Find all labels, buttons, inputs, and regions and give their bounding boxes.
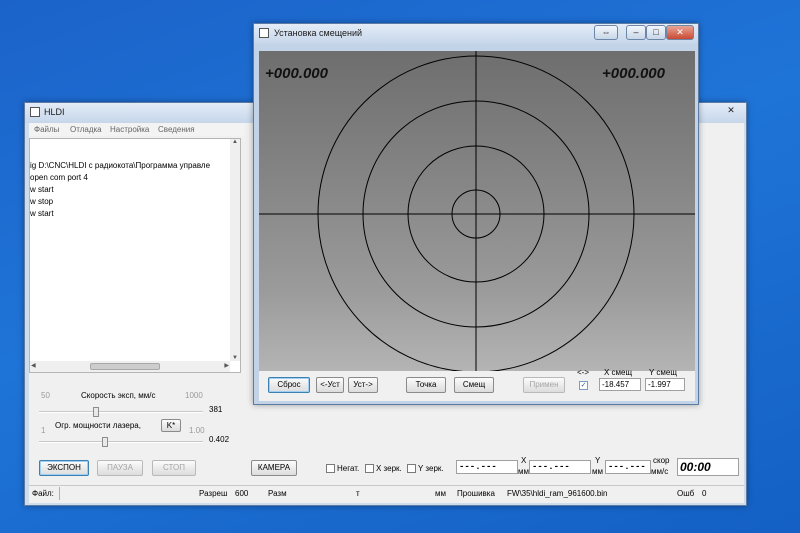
minimize-icon[interactable]: – [626, 25, 646, 40]
menu-info[interactable]: Сведения [158, 125, 195, 134]
power-slider-track [39, 441, 203, 443]
offset-window: Установка смещений ⇔ – □ ✕ +000.000 +000… [253, 23, 699, 405]
window-icon [259, 28, 269, 38]
maximize-icon[interactable]: □ [646, 25, 666, 40]
expose-button[interactable]: ЭКСПОН [39, 460, 89, 476]
timer-display: 00:00 [677, 458, 739, 476]
main-window-title: HLDI [44, 107, 65, 117]
status-separator [59, 487, 60, 500]
menu-bar: Файлы Отладка Настройка Сведения [29, 123, 244, 136]
status-size-label: Разм [268, 489, 287, 498]
camera-view[interactable]: +000.000 +000.000 [259, 51, 695, 371]
close-icon[interactable]: ✕ [666, 25, 694, 40]
log-line: w start [30, 209, 54, 218]
status-file-label: Файл: [32, 489, 54, 498]
power-slider[interactable] [39, 437, 203, 447]
negative-label: Негат. [337, 464, 360, 473]
k-button[interactable]: K* [161, 419, 181, 432]
scroll-up-icon[interactable]: ▲ [232, 139, 238, 145]
offset-titlebar[interactable]: Установка смещений ⇔ – □ ✕ [254, 24, 698, 44]
pause-button[interactable]: ПАУЗА [97, 460, 143, 476]
status-size-unit: мм [435, 489, 446, 498]
power-slider-thumb[interactable] [102, 437, 109, 447]
menu-debug[interactable]: Отладка [70, 125, 102, 134]
swap-checkbox[interactable]: ✓ [579, 381, 588, 390]
speed-readout-field: ---.--- [605, 460, 651, 474]
scroll-left-icon[interactable]: ◀ [31, 362, 36, 369]
log-line: open com port 4 [30, 173, 88, 182]
status-err-value: 0 [702, 489, 707, 498]
power-min: 1 [41, 426, 46, 435]
scrollbar-thumb[interactable] [90, 363, 160, 370]
close-icon[interactable]: ✕ [720, 104, 742, 119]
set-right-button[interactable]: Уст-> [348, 377, 378, 393]
y-offset-label: Y смещ [649, 368, 677, 377]
x-mirror-label: X зерк. [376, 464, 402, 473]
x-offset-label: X смещ [604, 368, 633, 377]
speed-min: 50 [41, 391, 50, 400]
shift-button[interactable]: Смещ [454, 377, 494, 393]
y-mirror-label: Y зерк. [418, 464, 444, 473]
offset-window-title: Установка смещений [274, 28, 363, 38]
swap-icon[interactable]: ⇔ [594, 25, 618, 40]
y-coord-field: ---.--- [529, 460, 591, 474]
app-icon [30, 107, 40, 117]
set-left-button[interactable]: <-Уст [316, 377, 344, 393]
power-label: Огр. мощности лазера, [55, 421, 141, 430]
apply-button[interactable]: Примен [523, 377, 565, 393]
y-mirror-checkbox[interactable] [407, 464, 416, 473]
status-res-value: 600 [235, 489, 249, 498]
y-coord-label: Y [595, 456, 601, 465]
power-max: 1.00 [189, 426, 205, 435]
offset-readout-right: +000.000 [602, 65, 665, 82]
x-coord-label: X [521, 456, 527, 465]
speed-label: Скорость эксп, мм/с [81, 391, 156, 400]
x-offset-field[interactable]: -18.457 [599, 378, 641, 391]
log-line: w start [30, 185, 54, 194]
scroll-right-icon[interactable]: ▶ [224, 362, 229, 369]
swap-label: <-> [577, 368, 590, 377]
speed-readout-unit: мм/с [651, 467, 669, 476]
status-fw-value: FW\35\hldi_ram_961600.bin [507, 489, 608, 498]
status-err-label: Ошб [677, 489, 695, 498]
y-coord-unit: мм [592, 467, 603, 476]
negative-checkbox[interactable] [326, 464, 335, 473]
speed-max: 1000 [185, 391, 203, 400]
speed-slider[interactable] [39, 407, 203, 417]
y-offset-field[interactable]: -1.997 [645, 378, 685, 391]
status-res-label: Разреш [199, 489, 228, 498]
scroll-down-icon[interactable]: ▼ [232, 355, 238, 361]
speed-value: 381 [209, 405, 223, 414]
log-line: w stop [30, 197, 54, 206]
speed-slider-thumb[interactable] [92, 407, 99, 417]
menu-files[interactable]: Файлы [34, 125, 59, 134]
log-vscrollbar[interactable]: ▲ ▼ [230, 139, 240, 361]
log-hscrollbar[interactable]: ◀ ▶ [30, 361, 230, 372]
status-bar: Файл: Разреш 600 Разм т мм Прошивка FW\3… [29, 485, 744, 501]
power-value: 0.402 [209, 435, 230, 444]
log-line: ig D:\CNC\HLDI с радиокота\Программа упр… [30, 161, 211, 170]
speed-readout-label: скор [653, 456, 670, 465]
menu-settings[interactable]: Настройка [110, 125, 149, 134]
camera-button[interactable]: КАМЕРА [251, 460, 297, 476]
speed-slider-track [39, 411, 203, 413]
reset-button[interactable]: Сброс [268, 377, 310, 393]
crosshair-overlay [259, 51, 695, 371]
point-button[interactable]: Точка [406, 377, 446, 393]
log-box[interactable]: ig D:\CNC\HLDI с радиокота\Программа упр… [29, 138, 241, 373]
stop-button[interactable]: СТОП [152, 460, 196, 476]
x-coord-unit: мм [518, 467, 529, 476]
offset-controls: Сброс <-Уст Уст-> Точка Смещ Примен <-> … [259, 368, 695, 401]
x-mirror-checkbox[interactable] [365, 464, 374, 473]
x-coord-field: ---.--- [456, 460, 518, 474]
status-fw-label: Прошивка [457, 489, 495, 498]
offset-readout-left: +000.000 [265, 65, 328, 82]
status-size-t: т [356, 489, 360, 498]
